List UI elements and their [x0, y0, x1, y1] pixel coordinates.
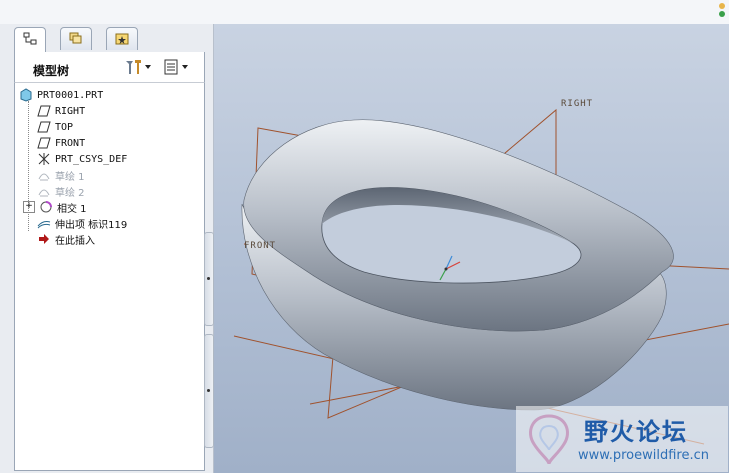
datum-plane-icon: [37, 105, 51, 117]
tree-item-label: 草绘 1: [55, 171, 85, 183]
favorites-folder-icon: [115, 33, 129, 45]
tree-item-top[interactable]: TOP: [37, 119, 73, 135]
status-indicator-icon: [719, 3, 725, 17]
datum-label-front: FRONT: [244, 241, 277, 251]
tree-item-front[interactable]: FRONT: [37, 135, 85, 151]
tree-item-label: 伸出项 标识119: [55, 219, 128, 231]
datum-plane-icon: [37, 121, 51, 133]
datum-label-right: RIGHT: [561, 99, 594, 109]
tree-item-label: 在此插入: [55, 235, 95, 247]
tree-item-csys[interactable]: PRT_CSYS_DEF: [37, 151, 127, 167]
tab-model-tree[interactable]: [14, 27, 46, 52]
settings-dropdown-button[interactable]: [123, 58, 153, 76]
forum-logo-icon: [529, 414, 569, 465]
coordinate-system-icon: [38, 153, 50, 165]
show-dropdown-button[interactable]: [163, 58, 193, 76]
tree-item-label: 相交 1: [57, 203, 87, 215]
tree-item-part[interactable]: PRT0001.PRT: [19, 87, 103, 103]
tree-item-label: PRT_CSYS_DEF: [55, 153, 128, 165]
tree-item-right[interactable]: RIGHT: [37, 103, 85, 119]
tree-item-label: TOP: [55, 121, 74, 133]
sketch-icon: [38, 173, 50, 181]
model-tree: PRT0001.PRT RIGHT TOP FRONT PRT_CSYS_DEF…: [14, 82, 205, 471]
tree-item-label: PRT0001.PRT: [37, 89, 104, 101]
forum-watermark: 野火论坛 www.proewildfire.cn: [516, 406, 728, 472]
tree-item-label: FRONT: [55, 137, 86, 149]
datum-plane-icon: [37, 137, 51, 149]
panel-resize-handle-upper[interactable]: [204, 232, 214, 326]
model-tree-icon: [23, 32, 37, 45]
tree-item-sketch-2[interactable]: 草绘 2: [37, 183, 85, 199]
tree-item-protrusion[interactable]: 伸出项 标识119: [37, 215, 127, 231]
insert-here-arrow-icon: [39, 234, 49, 244]
intersect-icon: [40, 201, 52, 213]
tab-layers[interactable]: [60, 27, 92, 50]
panel-title: 模型树: [33, 64, 70, 78]
forum-title: 野火论坛: [584, 418, 688, 446]
tree-item-intersect[interactable]: + 相交 1: [23, 199, 87, 215]
list-icon: [164, 59, 188, 75]
part-icon: [20, 88, 32, 102]
sketch-icon: [38, 189, 50, 197]
panel-resize-handle-lower[interactable]: [204, 334, 214, 448]
tree-item-label: RIGHT: [55, 105, 86, 117]
tree-item-label: 草绘 2: [55, 187, 85, 199]
tab-favorites[interactable]: [106, 27, 138, 50]
protrusion-icon: [37, 221, 51, 229]
tree-item-sketch-1[interactable]: 草绘 1: [37, 167, 85, 183]
forum-url: www.proewildfire.cn: [578, 448, 709, 463]
tools-icon: [126, 60, 151, 74]
tree-item-insert-here[interactable]: 在此插入: [37, 231, 95, 247]
graphics-viewport[interactable]: RIGHT FRONT 野火论坛 www.proewildfire.cn: [214, 24, 729, 473]
top-toolbar: [0, 0, 729, 25]
expand-toggle-icon[interactable]: +: [23, 201, 35, 213]
layers-icon: [69, 32, 82, 44]
navigator-panel: 模型树 PRT0001.PRT RIGHT TOP FRONT PRT_CSYS…: [0, 24, 214, 473]
tree-header: 模型树: [14, 52, 205, 82]
